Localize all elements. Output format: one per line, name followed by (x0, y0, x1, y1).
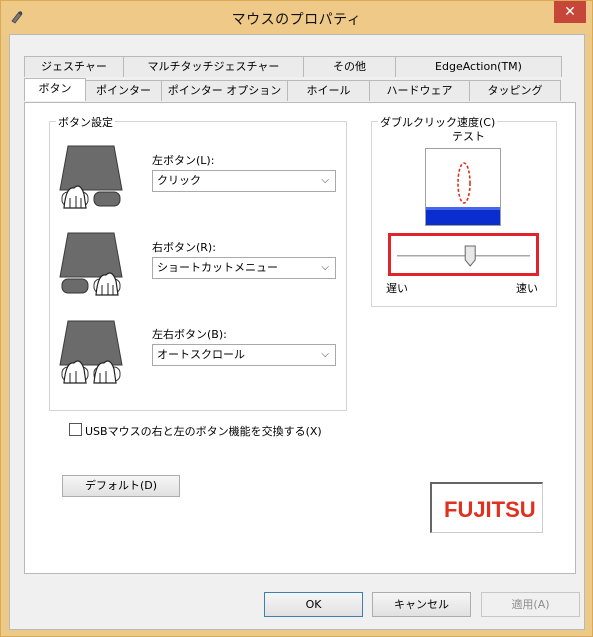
tab-edgeaction[interactable]: EdgeAction(TM) (395, 56, 562, 77)
tab-pointer-options[interactable]: ポインター オプション (161, 80, 288, 101)
double-click-speed-slider[interactable] (391, 236, 536, 273)
test-label: テスト (452, 130, 485, 143)
double-click-speed-group: ダブルクリック速度(C) テスト 遅い 速い (371, 114, 557, 307)
right-button-mouse-icon (59, 232, 123, 296)
tab-row-back: ジェスチャー マルチタッチジェスチャー その他 EdgeAction(TM) (24, 56, 562, 77)
left-button-select[interactable]: クリック ⌵ (152, 170, 336, 192)
apply-button[interactable]: 適用(A) (481, 592, 580, 617)
tab-buttons[interactable]: ボタン (24, 78, 86, 101)
tab-panel-buttons: ボタン設定 左ボタン(L): クリック ⌵ 右ボタン(R): ショートカットメニ… (24, 102, 576, 574)
ok-button[interactable]: OK (264, 592, 363, 617)
test-folder-icon (426, 162, 500, 225)
button-settings-label: ボタン設定 (56, 114, 115, 130)
chevron-down-icon: ⌵ (321, 349, 329, 360)
double-click-test-area[interactable] (425, 148, 501, 226)
fujitsu-logo: FUJITSU (444, 497, 536, 522)
slider-thumb[interactable] (464, 245, 476, 267)
tab-tapping[interactable]: タッピング (469, 80, 561, 101)
fast-label: 速い (516, 282, 538, 295)
swap-buttons-label[interactable]: USBマウスの右と左のボタン機能を交換する(X) (85, 423, 322, 439)
left-button-value: クリック (157, 174, 201, 187)
dialog-client: ジェスチャー マルチタッチジェスチャー その他 EdgeAction(TM) ボ… (9, 34, 585, 630)
tab-pointer[interactable]: ポインター (85, 80, 162, 101)
left-button-mouse-icon (59, 145, 123, 209)
swap-buttons-checkbox[interactable] (69, 423, 82, 436)
close-icon: ✕ (564, 4, 576, 20)
right-button-label: 右ボタン(R): (152, 241, 216, 254)
fujitsu-logo-box: FUJITSU (430, 482, 543, 533)
slow-label: 遅い (386, 282, 408, 295)
mouse-properties-window: マウスのプロパティ ✕ ジェスチャー マルチタッチジェスチャー その他 Edge… (0, 0, 593, 637)
both-buttons-mouse-icon (59, 320, 123, 384)
tab-wheel[interactable]: ホイール (287, 80, 370, 101)
tab-gestures[interactable]: ジェスチャー (24, 56, 124, 77)
title-bar[interactable]: マウスのプロパティ ✕ (1, 1, 592, 34)
cancel-button[interactable]: キャンセル (372, 592, 471, 617)
chevron-down-icon: ⌵ (321, 262, 329, 273)
both-buttons-select[interactable]: オートスクロール ⌵ (152, 344, 336, 366)
left-button-label: 左ボタン(L): (152, 154, 215, 167)
both-buttons-label: 左右ボタン(B): (152, 328, 227, 341)
tab-row-front: ボタン ポインター ポインター オプション ホイール ハードウェア タッピング (24, 78, 561, 101)
default-button[interactable]: デフォルト(D) (62, 475, 180, 497)
right-button-value: ショートカットメニュー (157, 261, 278, 274)
both-buttons-value: オートスクロール (157, 348, 245, 361)
tab-hardware[interactable]: ハードウェア (369, 80, 470, 101)
window-title: マウスのプロパティ (231, 12, 362, 28)
tab-multitouch-gestures[interactable]: マルチタッチジェスチャー (123, 56, 304, 77)
close-button[interactable]: ✕ (554, 1, 586, 23)
button-settings-group: ボタン設定 左ボタン(L): クリック ⌵ 右ボタン(R): ショートカットメニ… (49, 114, 347, 411)
chevron-down-icon: ⌵ (321, 175, 329, 186)
tab-other[interactable]: その他 (303, 56, 396, 77)
right-button-select[interactable]: ショートカットメニュー ⌵ (152, 257, 336, 279)
